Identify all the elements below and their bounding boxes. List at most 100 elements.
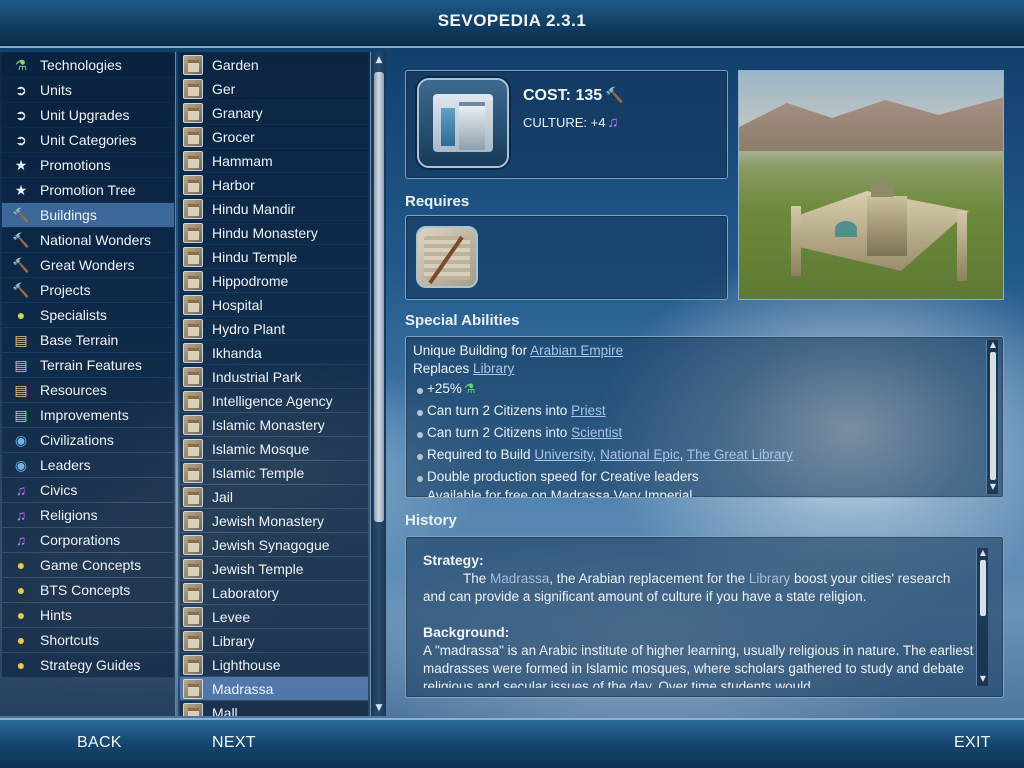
- category-unit-categories[interactable]: ➲ Unit Categories: [2, 128, 174, 152]
- building-item-islamic-mosque[interactable]: Islamic Mosque: [180, 437, 368, 460]
- category-specialists[interactable]: ● Specialists: [2, 303, 174, 327]
- building-item-granary[interactable]: Granary: [180, 101, 368, 124]
- scroll-up-arrow-icon[interactable]: ▲: [373, 54, 385, 66]
- category-civics[interactable]: ♫ Civics: [2, 478, 174, 502]
- history-scrollbar[interactable]: ▲ ▼: [976, 548, 988, 686]
- category-terrain-features[interactable]: ▤ Terrain Features: [2, 353, 174, 377]
- category-strategy-guides[interactable]: ● Strategy Guides: [2, 653, 174, 677]
- category-promotions[interactable]: ★ Promotions: [2, 153, 174, 177]
- category-resources[interactable]: ▤ Resources: [2, 378, 174, 402]
- building-list-scrollbar[interactable]: ▲ ▼: [370, 52, 386, 716]
- building-thumbnail-icon: [183, 198, 203, 219]
- category-hints[interactable]: ● Hints: [2, 603, 174, 627]
- next-button[interactable]: NEXT: [212, 734, 256, 752]
- back-button[interactable]: BACK: [77, 734, 122, 752]
- building-label: Islamic Mosque: [212, 440, 310, 457]
- scroll-icon: ▤: [14, 357, 28, 373]
- building-item-islamic-temple[interactable]: Islamic Temple: [180, 461, 368, 484]
- category-label: National Wonders: [40, 232, 152, 248]
- building-item-hippodrome[interactable]: Hippodrome: [180, 269, 368, 292]
- building-item-jail[interactable]: Jail: [180, 485, 368, 508]
- writing-tech-icon[interactable]: [416, 226, 478, 288]
- scientist-link[interactable]: Scientist: [571, 425, 622, 440]
- category-units[interactable]: ➲ Units: [2, 78, 174, 102]
- exit-button[interactable]: EXIT: [954, 734, 991, 752]
- scroll-thumb[interactable]: [980, 560, 986, 616]
- category-base-terrain[interactable]: ▤ Base Terrain: [2, 328, 174, 352]
- building-item-hammam[interactable]: Hammam: [180, 149, 368, 172]
- coin-icon: ●: [16, 607, 26, 623]
- building-item-mall[interactable]: Mall: [180, 701, 368, 716]
- building-label: Hospital: [212, 296, 263, 313]
- music-note-icon: ♫: [15, 507, 27, 523]
- building-item-hindu-mandir[interactable]: Hindu Mandir: [180, 197, 368, 220]
- national-epic-link[interactable]: National Epic: [600, 447, 680, 462]
- category-unit-upgrades[interactable]: ➲ Unit Upgrades: [2, 103, 174, 127]
- building-item-jewish-synagogue[interactable]: Jewish Synagogue: [180, 533, 368, 556]
- building-item-jewish-monastery[interactable]: Jewish Monastery: [180, 509, 368, 532]
- category-label: BTS Concepts: [40, 582, 131, 598]
- category-promotion-tree[interactable]: ★ Promotion Tree: [2, 178, 174, 202]
- library-link[interactable]: Library: [473, 361, 514, 376]
- category-game-concepts[interactable]: ● Game Concepts: [2, 553, 174, 577]
- building-item-lighthouse[interactable]: Lighthouse: [180, 653, 368, 676]
- building-item-industrial-park[interactable]: Industrial Park: [180, 365, 368, 388]
- category-label: Units: [40, 82, 72, 98]
- category-label: Strategy Guides: [40, 657, 141, 673]
- building-item-hydro-plant[interactable]: Hydro Plant: [180, 317, 368, 340]
- building-item-madrassa[interactable]: Madrassa: [180, 677, 368, 700]
- building-item-hindu-temple[interactable]: Hindu Temple: [180, 245, 368, 268]
- replaces-prefix: Replaces: [413, 361, 474, 376]
- building-item-hindu-monastery[interactable]: Hindu Monastery: [180, 221, 368, 244]
- building-item-intelligence-agency[interactable]: Intelligence Agency: [180, 389, 368, 412]
- building-label: Ikhanda: [212, 344, 262, 361]
- unit-icon: ➲: [15, 82, 27, 98]
- category-national-wonders[interactable]: 🔨 National Wonders: [2, 228, 174, 252]
- category-projects[interactable]: 🔨 Projects: [2, 278, 174, 302]
- flask-icon: ⚗: [14, 57, 28, 73]
- building-item-ikhanda[interactable]: Ikhanda: [180, 341, 368, 364]
- building-thumbnail-icon: [183, 246, 203, 267]
- scroll-down-arrow-icon[interactable]: ▼: [373, 702, 385, 714]
- building-thumbnail-icon: [183, 174, 203, 195]
- scroll-down-arrow-icon[interactable]: ▼: [978, 674, 988, 683]
- scroll-up-arrow-icon[interactable]: ▲: [988, 340, 998, 349]
- building-label: Library: [212, 632, 255, 649]
- star-icon: ★: [14, 157, 28, 173]
- building-item-garden[interactable]: Garden: [180, 53, 368, 76]
- university-link[interactable]: University: [534, 447, 592, 462]
- scroll-up-arrow-icon[interactable]: ▲: [978, 548, 988, 557]
- priest-link[interactable]: Priest: [571, 403, 606, 418]
- building-item-library[interactable]: Library: [180, 629, 368, 652]
- scroll-thumb[interactable]: [990, 352, 996, 480]
- strategy-mid: , the Arabian replacement for the: [549, 571, 749, 586]
- building-item-levee[interactable]: Levee: [180, 605, 368, 628]
- scroll-thumb[interactable]: [374, 72, 384, 522]
- building-item-laboratory[interactable]: Laboratory: [180, 581, 368, 604]
- great-library-link[interactable]: The Great Library: [687, 447, 793, 462]
- category-civilizations[interactable]: ◉ Civilizations: [2, 428, 174, 452]
- arabian-empire-link[interactable]: Arabian Empire: [530, 343, 623, 358]
- building-item-ger[interactable]: Ger: [180, 77, 368, 100]
- building-item-jewish-temple[interactable]: Jewish Temple: [180, 557, 368, 580]
- category-bts-concepts[interactable]: ● BTS Concepts: [2, 578, 174, 602]
- category-corporations[interactable]: ♫ Corporations: [2, 528, 174, 552]
- scroll-down-arrow-icon[interactable]: ▼: [988, 482, 998, 491]
- building-item-grocer[interactable]: Grocer: [180, 125, 368, 148]
- category-leaders[interactable]: ◉ Leaders: [2, 453, 174, 477]
- requires-title: Requires: [405, 193, 470, 210]
- star-icon: ★: [14, 182, 28, 198]
- category-religions[interactable]: ♫ Religions: [2, 503, 174, 527]
- category-improvements[interactable]: ▤ Improvements: [2, 403, 174, 427]
- category-great-wonders[interactable]: 🔨 Great Wonders: [2, 253, 174, 277]
- category-shortcuts[interactable]: ● Shortcuts: [2, 628, 174, 652]
- building-item-harbor[interactable]: Harbor: [180, 173, 368, 196]
- category-buildings[interactable]: 🔨 Buildings: [2, 203, 174, 227]
- category-label: Specialists: [40, 307, 107, 323]
- abilities-scrollbar[interactable]: ▲ ▼: [986, 340, 998, 494]
- building-label: Laboratory: [212, 584, 279, 601]
- category-technologies[interactable]: ⚗ Technologies: [2, 53, 174, 77]
- building-item-islamic-monastery[interactable]: Islamic Monastery: [180, 413, 368, 436]
- building-item-hospital[interactable]: Hospital: [180, 293, 368, 316]
- bullet-icon: [417, 476, 423, 482]
